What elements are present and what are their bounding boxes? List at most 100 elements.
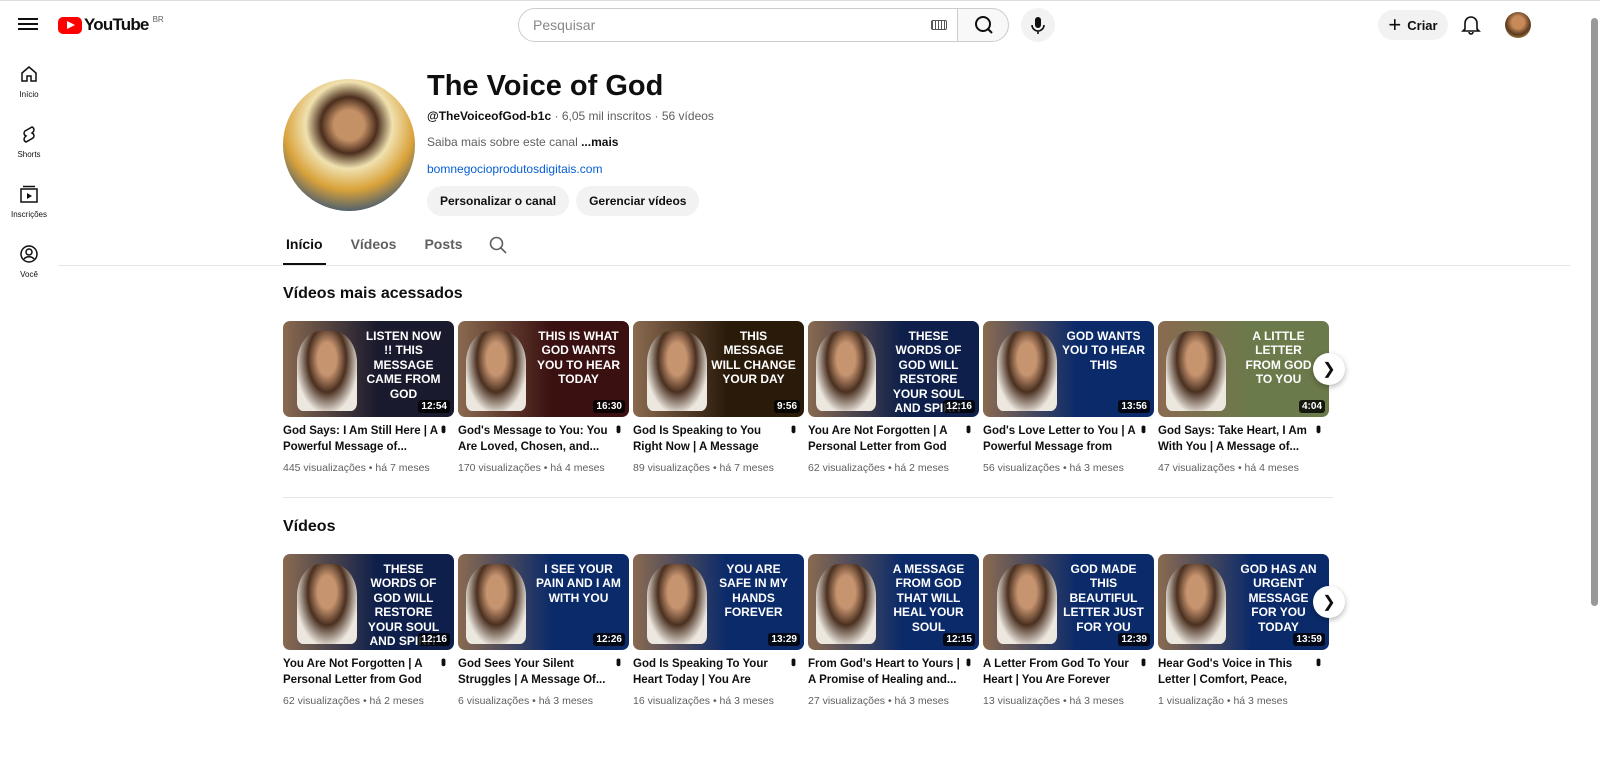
video-card[interactable]: I see your pain and I am with you 12:26 … [458, 554, 629, 707]
manage-videos-button[interactable]: Gerenciar vídeos [576, 186, 700, 216]
thumbnail-figure [466, 564, 526, 644]
video-card[interactable]: You are safe in my hands forever 13:29 G… [633, 554, 804, 707]
more-options-icon[interactable]: ••• [436, 425, 452, 431]
keyboard-icon[interactable] [931, 20, 947, 30]
video-title[interactable]: God Sees Your Silent Struggles | A Messa… [458, 656, 629, 688]
more-options-icon[interactable]: ••• [436, 658, 452, 664]
section-divider [283, 497, 1333, 498]
video-thumbnail[interactable]: Listen now !! This message came from God… [283, 321, 454, 417]
logo-text: YouTube [84, 15, 149, 34]
create-button[interactable]: + Criar [1378, 10, 1448, 40]
customize-channel-button[interactable]: Personalizar o canal [427, 186, 570, 216]
more-options-icon[interactable]: ••• [961, 658, 977, 664]
videos-shelf: These words of God will restore your sou… [283, 554, 1329, 707]
video-title[interactable]: Hear God's Voice in This Letter | Comfor… [1158, 656, 1329, 688]
video-card[interactable]: God has an urgent message for you today … [1158, 554, 1329, 707]
sidebar-label: Início [19, 90, 39, 99]
video-thumbnail[interactable]: A little letter from God to you 4:04 [1158, 321, 1329, 417]
video-card[interactable]: These words of God will restore your sou… [808, 321, 979, 474]
video-card[interactable]: A little letter from God to you 4:04 God… [1158, 321, 1329, 474]
thumbnail-text: This message will change your day [711, 329, 796, 387]
thumbnail-figure [997, 564, 1057, 644]
more-options-icon[interactable]: ••• [786, 658, 802, 664]
thumbnail-text: A little letter from God to you [1245, 329, 1312, 387]
video-thumbnail[interactable]: God has an urgent message for you today … [1158, 554, 1329, 650]
video-meta: 6 visualizações • há 3 meses [458, 695, 593, 707]
video-title[interactable]: You Are Not Forgotten | A Personal Lette… [808, 423, 979, 455]
video-card[interactable]: A message from God that will heal your s… [808, 554, 979, 707]
video-title[interactable]: God Says: I Am Still Here | A Powerful M… [283, 423, 454, 455]
video-card[interactable]: God made this beautiful letter just for … [983, 554, 1154, 707]
video-thumbnail[interactable]: You are safe in my hands forever 13:29 [633, 554, 804, 650]
video-thumbnail[interactable]: God made this beautiful letter just for … [983, 554, 1154, 650]
chevron-right-icon: ❯ [1322, 594, 1336, 611]
video-meta: 27 visualizações • há 3 meses [808, 695, 949, 707]
more-options-icon[interactable]: ••• [611, 658, 627, 664]
thumbnail-figure [997, 331, 1057, 411]
video-thumbnail[interactable]: A message from God that will heal your s… [808, 554, 979, 650]
plus-icon: + [1388, 12, 1402, 37]
tab-home[interactable]: Início [283, 236, 326, 265]
video-duration: 12:16 [418, 633, 450, 646]
menu-icon[interactable] [18, 15, 38, 35]
sidebar-item-you[interactable]: Você [0, 236, 58, 296]
video-title[interactable]: God's Love Letter to You | A Powerful Me… [983, 423, 1154, 455]
video-card[interactable]: This is what God wants you to hear today… [458, 321, 629, 474]
shelf-next-button[interactable]: ❯ [1313, 586, 1345, 618]
more-options-icon[interactable]: ••• [611, 425, 627, 431]
sidebar-item-home[interactable]: Início [0, 56, 58, 116]
video-duration: 12:16 [943, 400, 975, 413]
channel-handle: @TheVoiceofGod-b1c [427, 109, 552, 123]
sidebar-item-shorts[interactable]: Shorts [0, 116, 58, 176]
channel-link[interactable]: bomnegocioprodutosdigitais.com [427, 162, 602, 176]
search-button[interactable] [957, 8, 1009, 42]
shelf-next-button[interactable]: ❯ [1313, 353, 1345, 385]
more-options-icon[interactable]: ••• [961, 425, 977, 431]
video-meta: 170 visualizações • há 4 meses [458, 462, 605, 474]
channel-avatar[interactable] [283, 79, 415, 211]
video-thumbnail[interactable]: I see your pain and I am with you 12:26 [458, 554, 629, 650]
video-card[interactable]: Listen now !! This message came from God… [283, 321, 454, 474]
more-options-icon[interactable]: ••• [1136, 658, 1152, 664]
more-options-icon[interactable]: ••• [1311, 658, 1327, 664]
video-title[interactable]: You Are Not Forgotten | A Personal Lette… [283, 656, 454, 688]
video-thumbnail[interactable]: God wants you to hear this 13:56 [983, 321, 1154, 417]
section-title-popular: Vídeos mais acessados [283, 285, 463, 302]
video-title[interactable]: God Is Speaking To Your Heart Today | Yo… [633, 656, 804, 688]
more-options-icon[interactable]: ••• [786, 425, 802, 431]
youtube-logo[interactable]: YouTube BR [58, 15, 164, 35]
channel-about[interactable]: Saiba mais sobre este canal ...mais [427, 135, 618, 149]
more-options-icon[interactable]: ••• [1136, 425, 1152, 431]
video-duration: 12:39 [1118, 633, 1150, 646]
video-duration: 12:15 [943, 633, 975, 646]
tab-posts[interactable]: Posts [421, 236, 465, 266]
video-title[interactable]: God Is Speaking to You Right Now | A Mes… [633, 423, 804, 455]
channel-search-icon[interactable] [488, 235, 508, 255]
scrollbar[interactable] [1591, 18, 1598, 606]
video-card[interactable]: This message will change your day 9:56 G… [633, 321, 804, 474]
video-title[interactable]: God Says: Take Heart, I Am With You | A … [1158, 423, 1329, 455]
video-count: 56 vídeos [661, 109, 714, 123]
video-thumbnail[interactable]: These words of God will restore your sou… [283, 554, 454, 650]
video-card[interactable]: God wants you to hear this 13:56 God's L… [983, 321, 1154, 474]
video-meta: 56 visualizações • há 3 meses [983, 462, 1124, 474]
video-thumbnail[interactable]: These words of God will restore your sou… [808, 321, 979, 417]
video-thumbnail[interactable]: This message will change your day 9:56 [633, 321, 804, 417]
account-avatar[interactable] [1505, 12, 1531, 38]
more-link[interactable]: ...mais [581, 135, 618, 149]
video-card[interactable]: These words of God will restore your sou… [283, 554, 454, 707]
search-input[interactable]: Pesquisar [518, 8, 958, 42]
video-title[interactable]: From God's Heart to Yours | A Promise of… [808, 656, 979, 688]
thumbnail-figure [816, 331, 876, 411]
sidebar-item-subscriptions[interactable]: Inscrições [0, 176, 58, 236]
tab-videos[interactable]: Vídeos [348, 236, 400, 266]
video-title[interactable]: A Letter From God To Your Heart | You Ar… [983, 656, 1154, 688]
video-thumbnail[interactable]: This is what God wants you to hear today… [458, 321, 629, 417]
channel-name: The Voice of God [427, 70, 664, 102]
notifications-bell-icon[interactable] [1460, 13, 1482, 35]
voice-search-button[interactable] [1021, 8, 1055, 42]
video-title[interactable]: God's Message to You: You Are Loved, Cho… [458, 423, 629, 455]
thumbnail-figure [647, 564, 707, 644]
more-options-icon[interactable]: ••• [1311, 425, 1327, 431]
video-meta: 89 visualizações • há 7 meses [633, 462, 774, 474]
